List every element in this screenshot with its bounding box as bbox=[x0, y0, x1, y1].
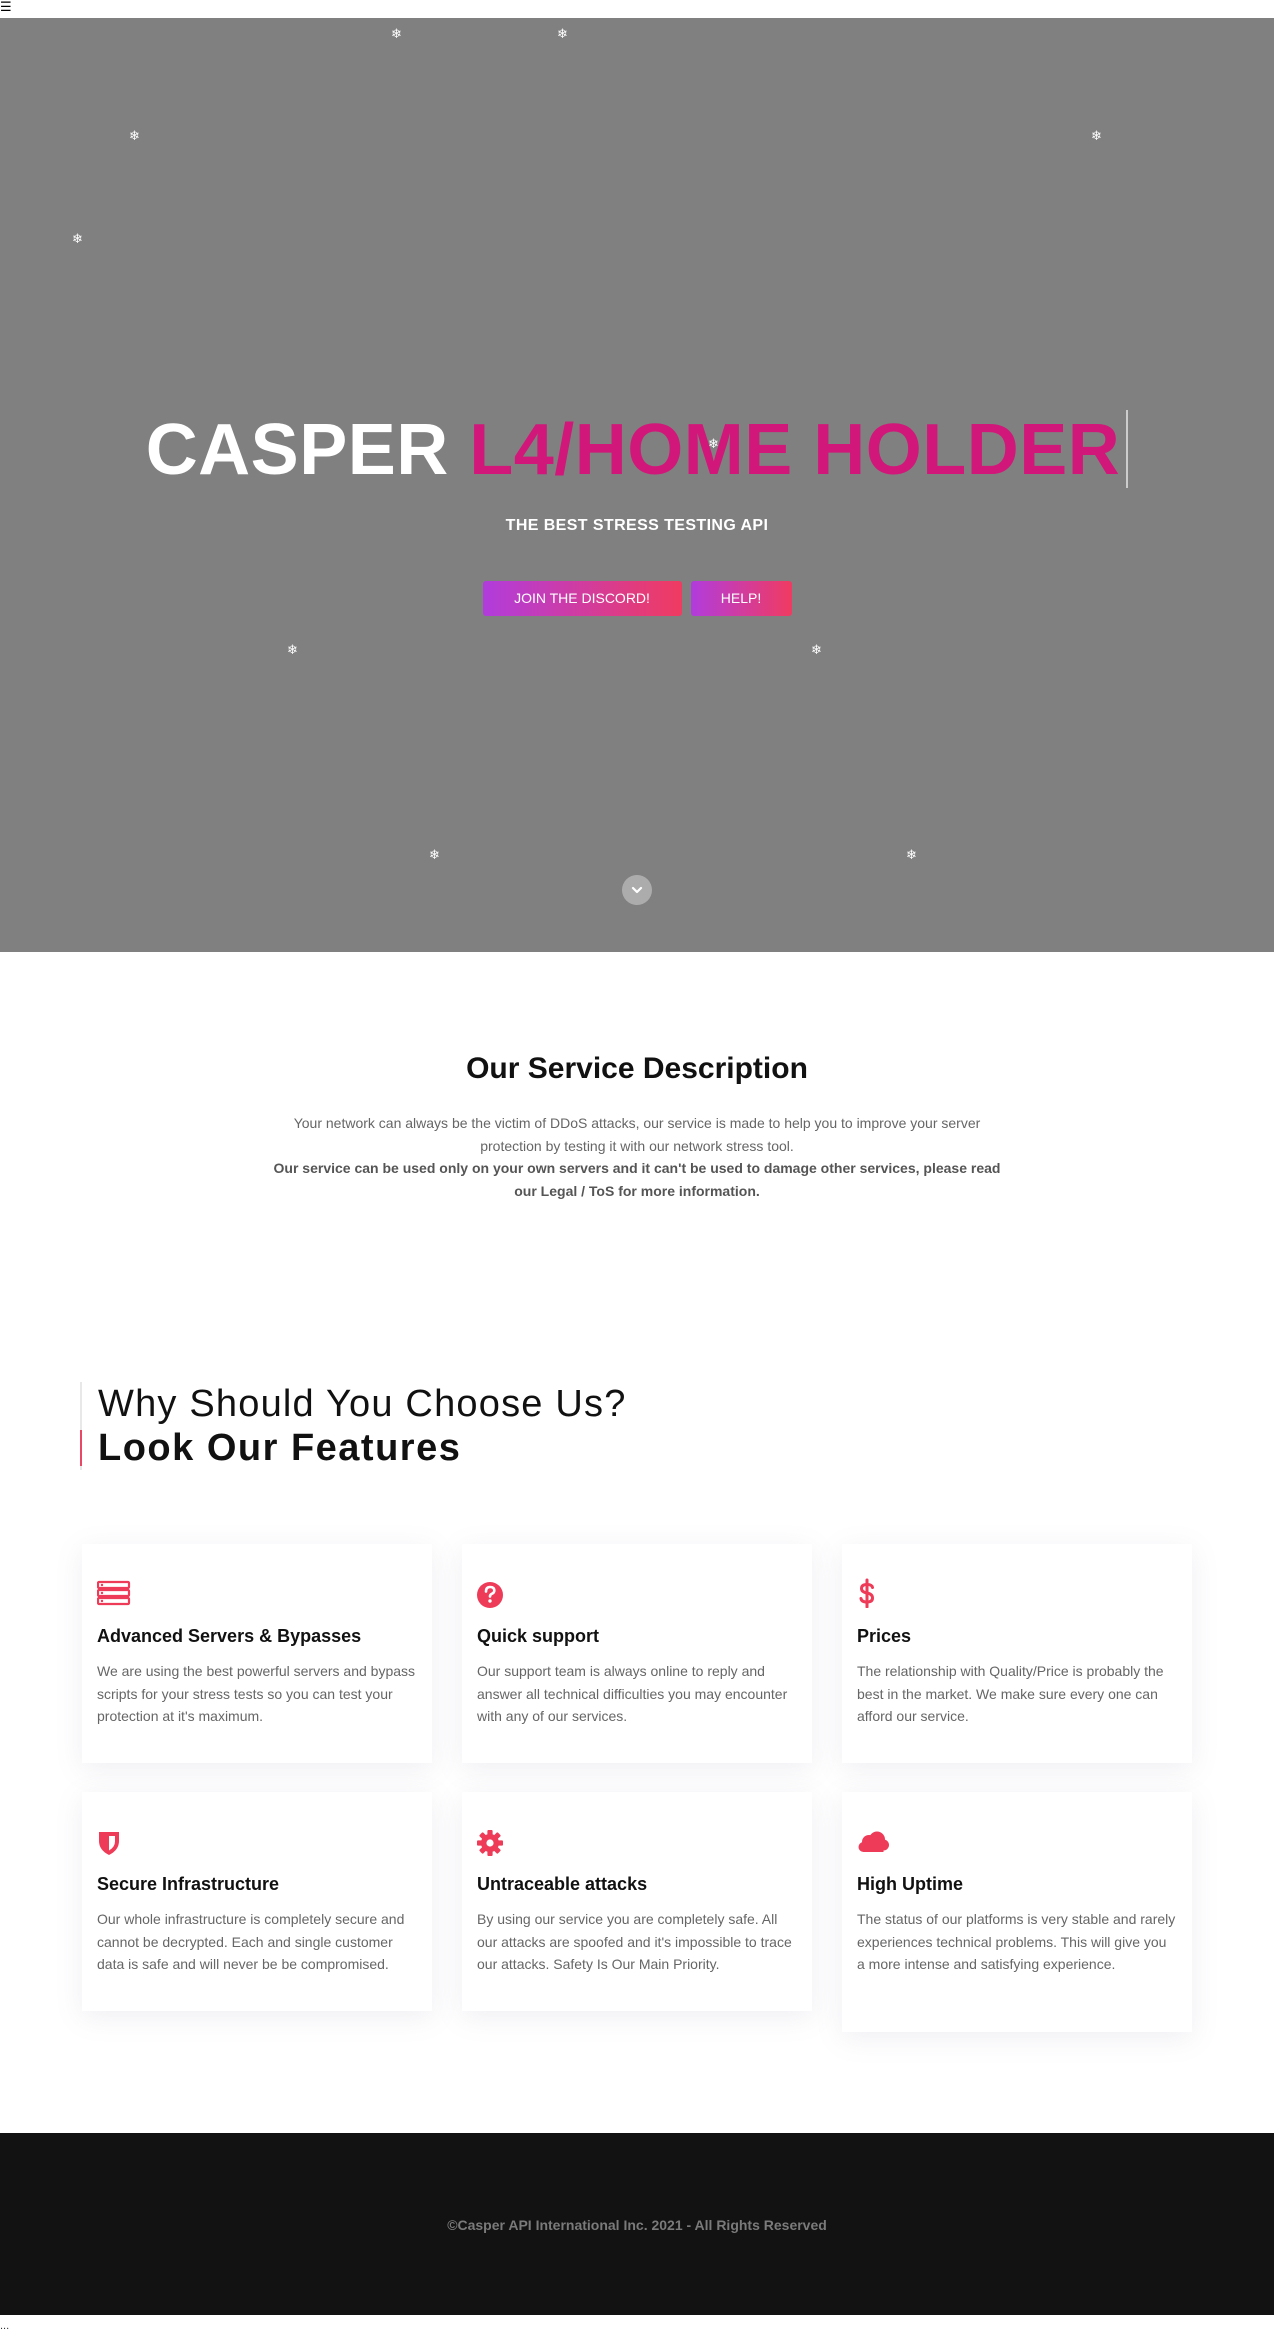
feature-card: Prices The relationship with Quality/Pri… bbox=[842, 1544, 1192, 1763]
features-heading-line1: Why Should You Choose Us? bbox=[98, 1383, 627, 1425]
footer: ©Casper API International Inc. 2021 - Al… bbox=[0, 2133, 1274, 2315]
service-title-bold: Service bbox=[527, 1052, 635, 1085]
snowflake-icon: ❄ bbox=[429, 848, 440, 863]
chevron-down-icon bbox=[631, 886, 643, 894]
snowflake-icon: ❄ bbox=[391, 27, 402, 42]
service-notice: Our service can be used only on your own… bbox=[273, 1160, 1001, 1199]
features-heading-line2: Look Our Features bbox=[98, 1427, 462, 1469]
service-description: Your network can always be the victim of… bbox=[270, 1112, 1004, 1202]
feature-text: The relationship with Quality/Price is p… bbox=[857, 1663, 1164, 1724]
hero-title: CASPER L4/HOME HOLDER bbox=[0, 408, 1274, 492]
snowflake-icon: ❄ bbox=[906, 848, 917, 863]
service-section: Our Service Description Your network can… bbox=[0, 952, 1274, 1292]
feature-card: High Uptime The status of our platforms … bbox=[842, 1792, 1192, 2032]
feature-title: Advanced Servers & Bypasses bbox=[97, 1626, 362, 1646]
feature-title: Prices bbox=[857, 1626, 912, 1646]
feature-card: Secure Infrastructure Our whole infrastr… bbox=[82, 1792, 432, 2011]
feature-card: Quick support Our support team is always… bbox=[462, 1544, 812, 1763]
feature-text: Our whole infrastructure is completely s… bbox=[97, 1911, 405, 1972]
service-title-suffix: Description bbox=[642, 1052, 808, 1085]
scroll-down-button[interactable] bbox=[622, 875, 652, 905]
feature-title: Secure Infrastructure bbox=[97, 1874, 280, 1894]
snowflake-icon: ❄ bbox=[287, 643, 298, 658]
service-title: Our Service Description bbox=[0, 1052, 1274, 1086]
typing-cursor bbox=[1126, 410, 1129, 488]
service-title-prefix: Our bbox=[466, 1052, 520, 1085]
cloud-icon bbox=[858, 1831, 889, 1852]
shield-icon bbox=[99, 1832, 119, 1855]
server-icon bbox=[97, 1580, 131, 1606]
menu-toggle-icon[interactable]: ☰ bbox=[0, 1, 14, 15]
hero-section: ❄ ❄ ❄ ❄ ❄ ❄ ❄ ❄ ❄ ❄ CASPER L4/HOME HOLDE… bbox=[0, 18, 1274, 952]
hero-buttons: JOIN THE DISCORD! HELP! bbox=[0, 581, 1274, 616]
snowflake-icon: ❄ bbox=[72, 232, 83, 247]
feature-text: Our support team is always online to rep… bbox=[477, 1663, 788, 1724]
feature-card: Advanced Servers & Bypasses We are using… bbox=[82, 1544, 432, 1763]
snowflake-icon: ❄ bbox=[557, 27, 568, 42]
hero-title-white: CASPER bbox=[145, 410, 449, 490]
help-button[interactable]: HELP! bbox=[690, 581, 792, 616]
feature-title: High Uptime bbox=[857, 1874, 963, 1894]
bottom-ellipsis: ... bbox=[0, 2320, 10, 2332]
question-icon bbox=[477, 1582, 503, 1608]
feature-text: By using our service you are completely … bbox=[477, 1911, 792, 1972]
feature-text: We are using the best powerful servers a… bbox=[97, 1663, 416, 1724]
snowflake-icon: ❄ bbox=[129, 129, 140, 144]
features-heading: Why Should You Choose Us? Look Our Featu… bbox=[80, 1382, 627, 1470]
feature-title: Untraceable attacks bbox=[477, 1874, 648, 1894]
service-description-text: Your network can always be the victim of… bbox=[293, 1115, 981, 1154]
feature-text: The status of our platforms is very stab… bbox=[857, 1911, 1176, 1972]
hero-subtitle: THE BEST STRESS TESTING API bbox=[505, 517, 769, 534]
feature-card: Untraceable attacks By using our service… bbox=[462, 1792, 812, 2011]
snowflake-icon: ❄ bbox=[811, 643, 822, 658]
footer-copyright: ©Casper API International Inc. 2021 - Al… bbox=[447, 2217, 827, 2233]
join-discord-button[interactable]: JOIN THE DISCORD! bbox=[482, 581, 682, 616]
dollar-icon bbox=[859, 1578, 875, 1608]
snowflake-icon: ❄ bbox=[1091, 129, 1102, 144]
hero-title-pink: L4/HOME HOLDER bbox=[469, 410, 1121, 490]
gear-icon bbox=[477, 1830, 503, 1856]
feature-title: Quick support bbox=[477, 1626, 600, 1646]
